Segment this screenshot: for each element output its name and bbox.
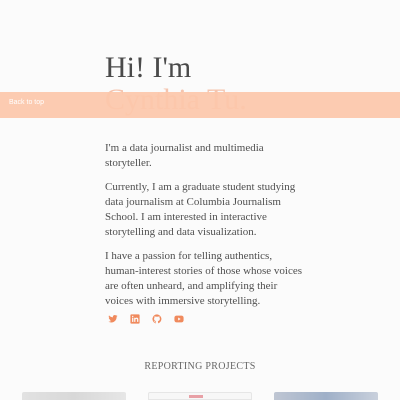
- social-links: [108, 314, 184, 324]
- hero-line-greeting: Hi! I'm: [105, 51, 192, 84]
- twitter-icon[interactable]: [108, 314, 118, 324]
- back-to-top-link[interactable]: Back to top: [9, 99, 44, 106]
- bio-paragraph: Currently, I am a graduate student study…: [105, 181, 296, 238]
- project-thumbnail[interactable]: [148, 392, 252, 400]
- linkedin-icon[interactable]: [130, 314, 140, 324]
- thumbnail-graphic: [189, 395, 203, 398]
- bio-paragraph: I'm a data journalist and multimedia sto…: [105, 142, 264, 169]
- back-to-top-bar: Back to top: [0, 92, 400, 118]
- project-thumbnail[interactable]: [274, 392, 378, 400]
- github-icon[interactable]: [152, 314, 162, 324]
- project-thumbnail[interactable]: [22, 392, 126, 400]
- reporting-projects-heading: REPORTING PROJECTS: [144, 361, 256, 372]
- youtube-icon[interactable]: [174, 314, 184, 324]
- bio-section: I'm a data journalist and multimedia sto…: [105, 141, 305, 318]
- bio-paragraph: I have a passion for telling authentics,…: [105, 250, 303, 307]
